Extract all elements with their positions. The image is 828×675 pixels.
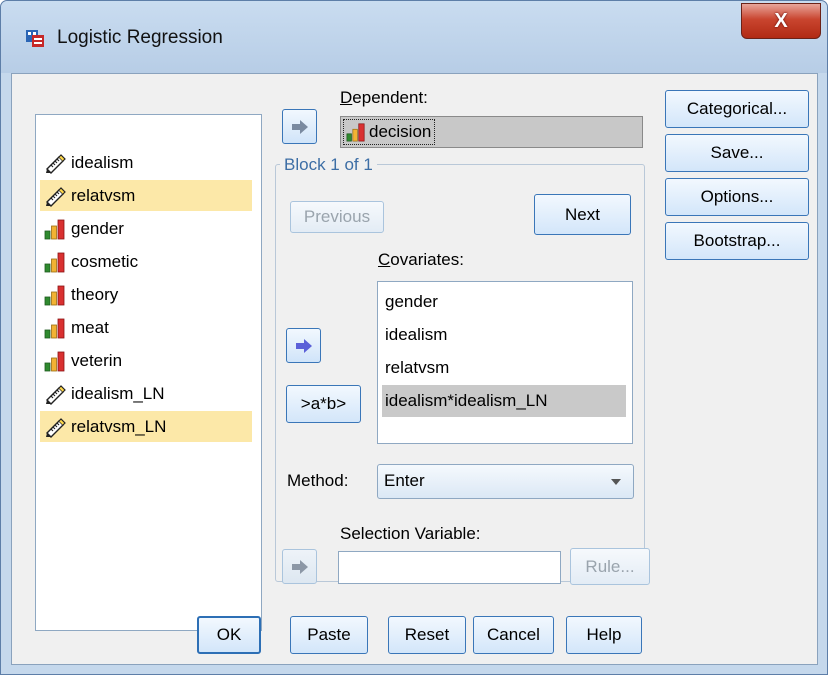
paste-button[interactable]: Paste (290, 616, 368, 654)
move-to-selection-button[interactable] (282, 549, 317, 584)
interaction-label: >a*b> (300, 394, 347, 413)
variable-item-idealism-ln[interactable]: idealism_LN (40, 378, 252, 409)
variable-item-relatvsm[interactable]: relatvsm (40, 180, 252, 211)
source-variable-list[interactable]: idealism relatvsm gender cosmetic theory… (35, 114, 262, 631)
scale-measure-icon (44, 152, 66, 174)
save-button[interactable]: Save... (665, 134, 809, 172)
variable-label: gender (71, 218, 124, 238)
method-label: Method: (287, 471, 349, 490)
categorical-button[interactable]: Categorical... (665, 90, 809, 128)
variable-item-relatvsm-ln[interactable]: relatvsm_LN (40, 411, 252, 442)
variable-label: theory (71, 284, 119, 304)
covariate-item[interactable]: idealism*idealism_LN (382, 385, 626, 417)
covariate-label: gender (385, 292, 438, 311)
selection-variable-label: Selection Variable: (340, 524, 481, 543)
reset-label: Reset (404, 625, 450, 644)
help-button[interactable]: Help (566, 616, 642, 654)
options-button[interactable]: Options... (665, 178, 809, 216)
logistic-regression-window: Logistic Regression X idealism relatvsm … (0, 0, 828, 675)
title-bar[interactable]: Logistic Regression X (1, 1, 827, 73)
next-button[interactable]: Next (534, 194, 631, 235)
scale-measure-icon (44, 185, 66, 207)
method-value: Enter (384, 471, 425, 490)
categorical-label: Categorical... (686, 99, 788, 118)
right-arrow-icon (290, 557, 310, 577)
covariates-label-text: ovariates: (390, 250, 464, 269)
paste-label: Paste (307, 625, 351, 644)
variable-label: relatvsm (71, 185, 136, 205)
covariates-list[interactable]: gender idealism relatvsm idealism*ideali… (377, 281, 633, 444)
rule-button[interactable]: Rule... (570, 548, 650, 585)
covariate-item[interactable]: idealism (382, 319, 626, 351)
variable-item-idealism[interactable]: idealism (40, 147, 252, 178)
variable-label: cosmetic (71, 251, 139, 271)
nominal-measure-icon (44, 284, 66, 306)
bootstrap-button[interactable]: Bootstrap... (665, 222, 809, 260)
scale-measure-icon (44, 383, 66, 405)
dependent-label: Dependent: (340, 88, 428, 107)
interaction-button[interactable]: >a*b> (286, 385, 361, 423)
method-dropdown[interactable]: Enter (377, 464, 634, 499)
bootstrap-label: Bootstrap... (693, 231, 781, 250)
dependent-value: decision (369, 122, 432, 141)
nominal-measure-icon (44, 218, 66, 240)
nominal-measure-icon (346, 122, 366, 142)
dependent-label-text: ependent: (352, 88, 428, 107)
variable-item-cosmetic[interactable]: cosmetic (40, 246, 252, 277)
nominal-measure-icon (44, 317, 66, 339)
nominal-measure-icon (44, 350, 66, 372)
dialog-body: idealism relatvsm gender cosmetic theory… (11, 73, 818, 665)
variable-label: idealism (71, 152, 134, 172)
covariate-item[interactable]: relatvsm (382, 352, 626, 384)
nominal-measure-icon (44, 251, 66, 273)
next-label: Next (565, 204, 600, 224)
variable-label: relatvsm_LN (71, 416, 167, 436)
chevron-down-icon (611, 479, 621, 485)
covariates-label: Covariates: (378, 250, 464, 269)
previous-label: Previous (303, 207, 371, 226)
variable-label: meat (71, 317, 109, 337)
options-label: Options... (700, 187, 774, 206)
covariate-label: relatvsm (385, 358, 450, 377)
help-label: Help (586, 625, 622, 644)
variable-item-veterin[interactable]: veterin (40, 345, 252, 376)
cancel-button[interactable]: Cancel (473, 616, 554, 654)
variable-label: veterin (71, 350, 123, 370)
reset-button[interactable]: Reset (388, 616, 466, 654)
right-arrow-icon (294, 336, 314, 356)
variable-label: idealism_LN (71, 383, 165, 403)
save-label: Save... (710, 143, 764, 162)
move-to-dependent-button[interactable] (282, 109, 317, 144)
covariate-label: idealism (385, 325, 448, 344)
app-icon (26, 30, 44, 47)
close-button[interactable]: X (741, 3, 821, 39)
close-icon: X (774, 9, 788, 32)
ok-label: OK (216, 625, 242, 644)
selection-variable-field[interactable] (338, 551, 561, 584)
dependent-field[interactable]: decision (340, 116, 643, 148)
block-title: Block 1 of 1 (280, 155, 377, 175)
cancel-label: Cancel (487, 625, 540, 644)
move-to-covariates-button[interactable] (286, 328, 321, 363)
variable-item-theory[interactable]: theory (40, 279, 252, 310)
right-arrow-icon (290, 117, 310, 137)
previous-button[interactable]: Previous (290, 201, 384, 233)
rule-label: Rule... (585, 556, 635, 576)
ok-button[interactable]: OK (197, 616, 261, 654)
scale-measure-icon (44, 416, 66, 438)
variable-item-gender[interactable]: gender (40, 213, 252, 244)
covariate-label: idealism*idealism_LN (385, 391, 548, 410)
dependent-variable-chip[interactable]: decision (343, 119, 436, 145)
covariate-item[interactable]: gender (382, 286, 626, 318)
variable-item-meat[interactable]: meat (40, 312, 252, 343)
window-title: Logistic Regression (57, 27, 223, 48)
